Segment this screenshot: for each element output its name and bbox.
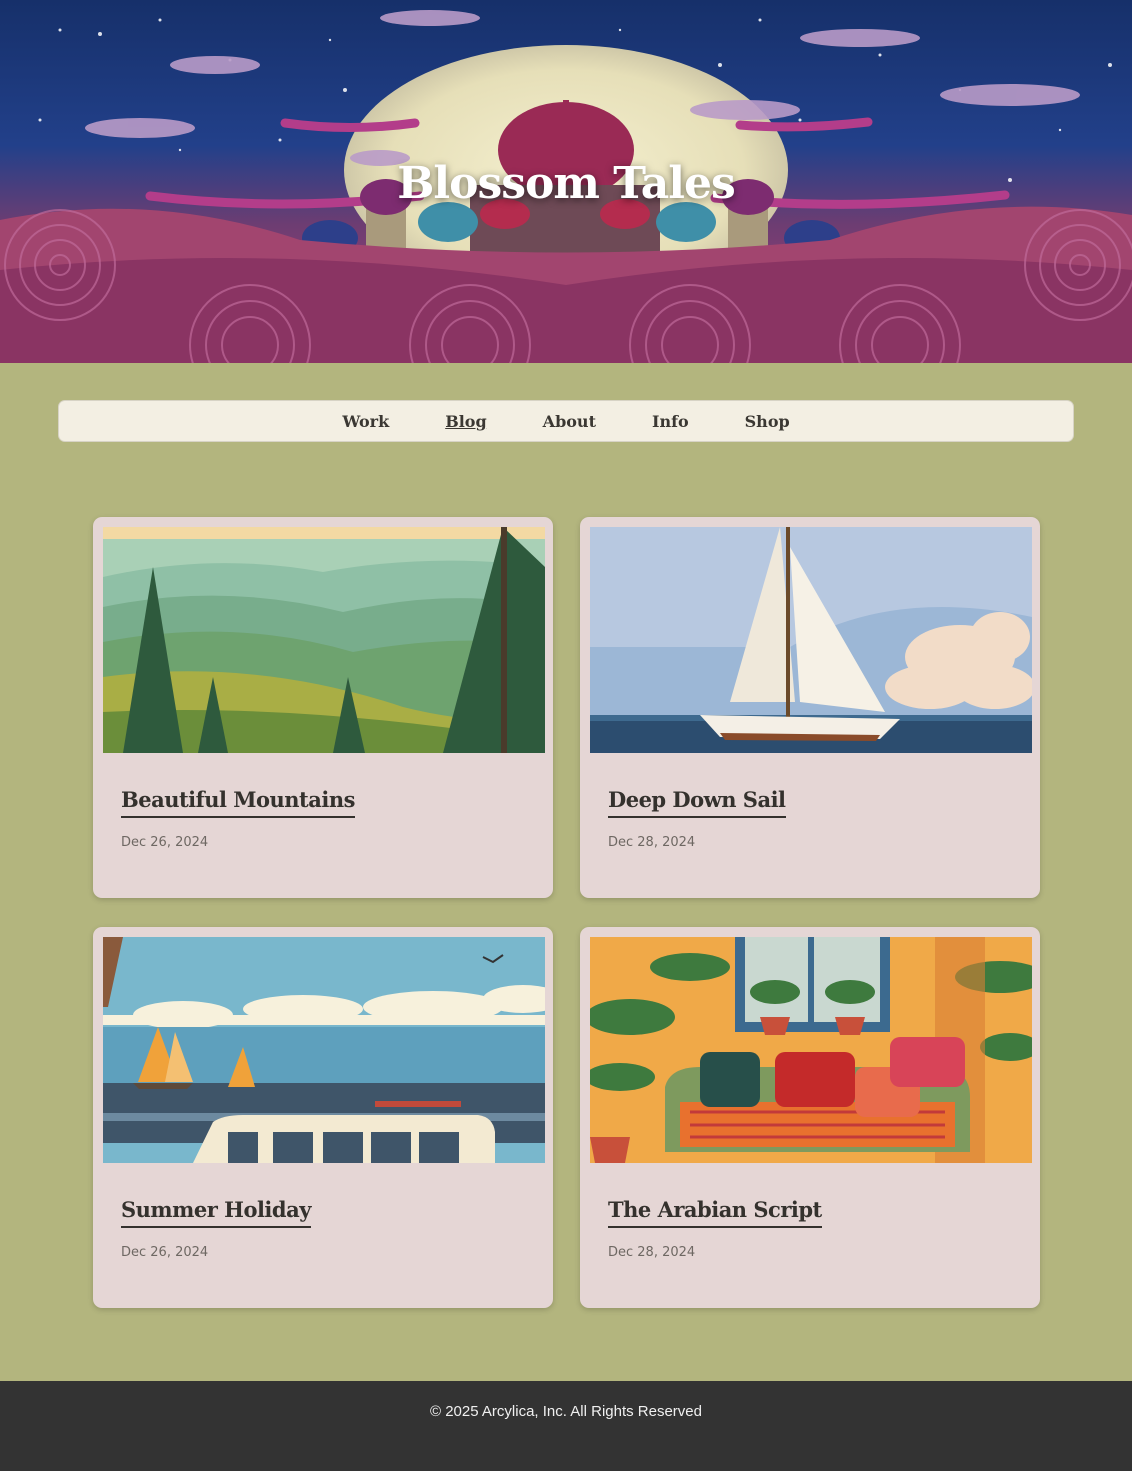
blog-card[interactable]: Deep Down Sail Dec 28, 2024 [580,517,1040,898]
blog-card[interactable]: Summer Holiday Dec 26, 2024 [93,927,553,1308]
post-date: Dec 28, 2024 [608,835,696,850]
post-title[interactable]: Deep Down Sail [608,787,786,818]
nav-item-about[interactable]: About [543,412,596,431]
sailboat-thumbnail[interactable] [590,527,1032,753]
tropical-sofa-thumbnail[interactable] [590,937,1032,1163]
post-title[interactable]: The Arabian Script [608,1197,822,1228]
beach-van-thumbnail[interactable] [103,937,545,1163]
copyright-text: © 2025 Arcylica, Inc. All Rights Reserve… [429,1403,702,1420]
nav-item-shop[interactable]: Shop [745,412,790,431]
mountain-forest-thumbnail[interactable] [103,527,545,753]
nav-item-work[interactable]: Work [342,412,389,431]
post-date: Dec 28, 2024 [608,1245,696,1260]
post-title[interactable]: Summer Holiday [121,1197,311,1228]
post-date: Dec 26, 2024 [121,835,209,850]
main-nav: Work Blog About Info Shop [58,400,1074,442]
nav-item-info[interactable]: Info [652,412,689,431]
post-date: Dec 26, 2024 [121,1245,209,1260]
blog-card[interactable]: Beautiful Mountains Dec 26, 2024 [93,517,553,898]
post-title[interactable]: Beautiful Mountains [121,787,355,818]
nav-item-blog[interactable]: Blog [445,412,486,431]
hero-banner: Blossom Tales [0,0,1132,363]
blog-card[interactable]: The Arabian Script Dec 28, 2024 [580,927,1040,1308]
site-title: Blossom Tales [397,158,736,209]
footer: © 2025 Arcylica, Inc. All Rights Reserve… [0,1381,1132,1471]
